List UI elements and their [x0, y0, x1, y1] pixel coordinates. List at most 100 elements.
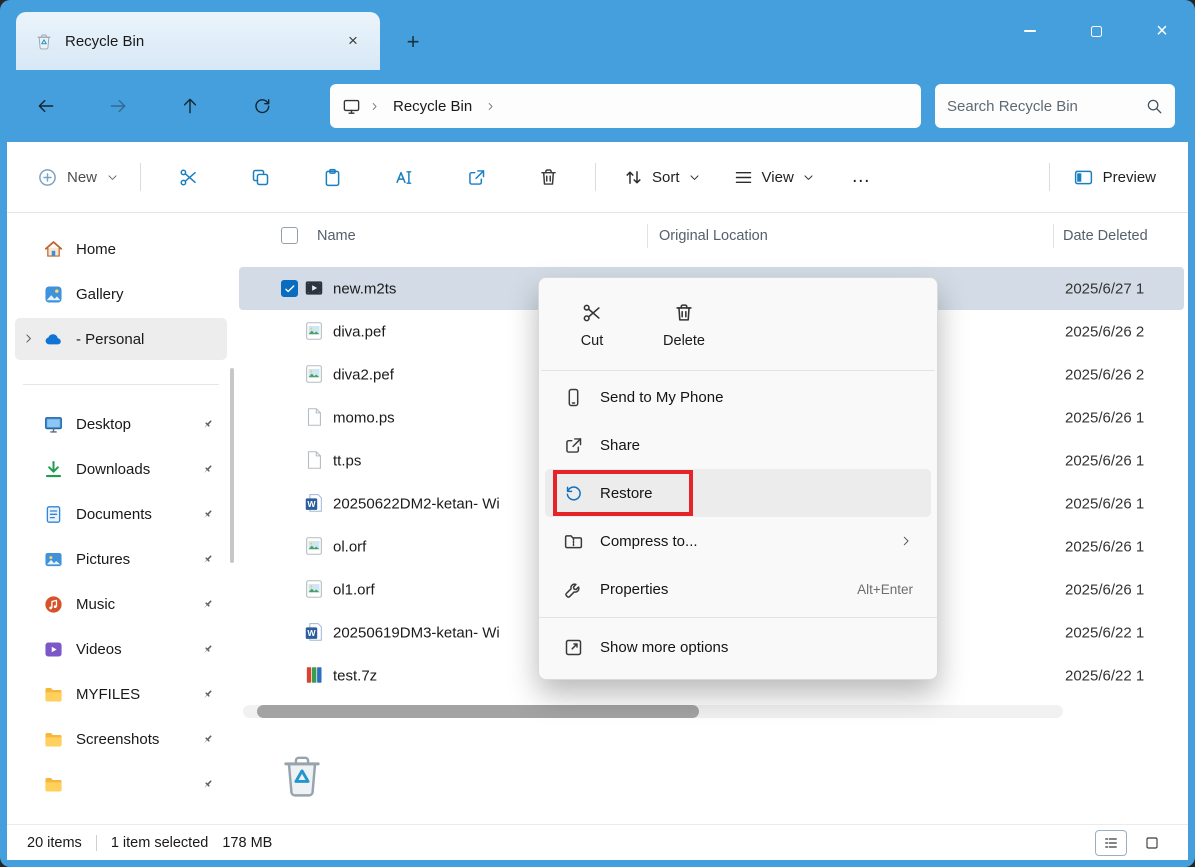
music-icon: [43, 594, 64, 615]
onedrive-icon: [43, 329, 64, 350]
context-menu-item-label: Send to My Phone: [600, 388, 724, 406]
scrollbar-thumb[interactable]: [257, 705, 699, 718]
sidebar-item[interactable]: Desktop: [15, 403, 227, 445]
minimize-button[interactable]: [997, 0, 1063, 62]
search-icon[interactable]: [1145, 97, 1163, 115]
date-deleted: 2025/6/27 1: [1065, 280, 1145, 297]
pin-icon: [200, 552, 215, 567]
date-deleted: 2025/6/26 1: [1065, 409, 1145, 426]
expand-chevron-icon[interactable]: [22, 332, 35, 345]
search-box[interactable]: [935, 84, 1175, 128]
view-button[interactable]: View: [722, 155, 826, 199]
select-all-checkbox[interactable]: [281, 227, 298, 244]
recycle-bin-item-icon[interactable]: [275, 745, 329, 803]
show-more-icon: [563, 637, 584, 658]
more-options-button[interactable]: …: [839, 155, 883, 199]
file-name: ol1.orf: [333, 581, 375, 598]
tab-recycle-bin[interactable]: Recycle Bin ×: [16, 12, 380, 70]
sort-button[interactable]: Sort: [612, 155, 712, 199]
share-button[interactable]: [453, 155, 499, 199]
date-deleted: 2025/6/26 1: [1065, 538, 1145, 555]
cut-button[interactable]: [165, 155, 211, 199]
forward-button[interactable]: [96, 84, 140, 128]
plus-circle-icon: [37, 167, 58, 188]
folder-icon: [43, 684, 64, 705]
share-icon: [563, 435, 584, 456]
context-menu-item-label: Show more options: [600, 638, 729, 656]
new-tab-button[interactable]: +: [396, 25, 430, 59]
row-checkbox[interactable]: [281, 280, 298, 297]
sidebar-item[interactable]: MYFILES: [15, 673, 227, 715]
preview-label: Preview: [1102, 168, 1156, 186]
context-quick-action[interactable]: Delete: [643, 288, 725, 362]
trash-icon: [538, 167, 559, 188]
sidebar-item-label: - Personal: [76, 330, 145, 348]
refresh-button[interactable]: [240, 84, 284, 128]
command-bar: New Sort View … Preview: [7, 142, 1188, 213]
horizontal-scrollbar[interactable]: [243, 705, 1063, 718]
large-icons-view-button[interactable]: [1136, 830, 1168, 856]
sort-button-label: Sort: [652, 168, 680, 186]
new-button[interactable]: New: [27, 155, 129, 199]
context-menu-quick-actions: Cut Delete: [539, 278, 937, 368]
sidebar-item[interactable]: Music: [15, 583, 227, 625]
pin-icon: [200, 777, 215, 792]
up-button[interactable]: [168, 84, 212, 128]
copy-button[interactable]: [237, 155, 283, 199]
file-icon: [303, 449, 325, 471]
sidebar-item[interactable]: Videos: [15, 628, 227, 670]
file-name: tt.ps: [333, 452, 362, 469]
tab-title: Recycle Bin: [65, 32, 145, 50]
maximize-icon: [1090, 25, 1102, 37]
sidebar-item[interactable]: Gallery: [15, 273, 227, 315]
selection-size: 178 MB: [222, 834, 273, 851]
file-name: diva.pef: [333, 323, 386, 340]
sidebar-item-label: Videos: [76, 640, 122, 658]
column-divider[interactable]: [647, 224, 648, 248]
tab-close-button[interactable]: ×: [338, 26, 368, 56]
column-header-date-deleted[interactable]: Date Deleted: [1063, 228, 1148, 244]
sidebar-item[interactable]: Documents: [15, 493, 227, 535]
sidebar-scrollbar[interactable]: [230, 368, 234, 563]
sidebar-item[interactable]: Pictures: [15, 538, 227, 580]
context-menu-item-label: Share: [600, 436, 641, 454]
rename-button[interactable]: [381, 155, 427, 199]
file-name: new.m2ts: [333, 280, 397, 297]
context-menu-item[interactable]: Restore: [545, 469, 931, 517]
delete-button[interactable]: [525, 155, 571, 199]
context-menu-item[interactable]: Compress to...: [545, 517, 931, 565]
details-view-button[interactable]: [1095, 829, 1127, 856]
this-pc-icon[interactable]: [342, 97, 361, 116]
toolbar-divider: [1048, 163, 1050, 191]
sidebar-item[interactable]: Screenshots: [15, 718, 227, 760]
search-input[interactable]: [947, 97, 1115, 115]
sidebar-item[interactable]: - Personal: [15, 318, 227, 360]
maximize-button[interactable]: [1063, 0, 1129, 62]
column-divider[interactable]: [1053, 224, 1054, 248]
context-menu-item[interactable]: Show more options: [539, 617, 937, 671]
pin-icon: [200, 417, 215, 432]
context-menu-item[interactable]: Share: [545, 421, 931, 469]
context-menu-item-label: Compress to...: [600, 532, 698, 550]
sidebar-item[interactable]: Home: [15, 228, 227, 270]
paste-button[interactable]: [309, 155, 355, 199]
column-header-name[interactable]: Name: [317, 228, 356, 244]
breadcrumb[interactable]: Recycle Bin: [330, 84, 921, 128]
scissors-icon: [581, 302, 603, 324]
pin-icon: [200, 642, 215, 657]
rename-icon: [394, 167, 415, 188]
sidebar-item[interactable]: Downloads: [15, 448, 227, 490]
close-button[interactable]: ×: [1129, 0, 1195, 62]
file-name: momo.ps: [333, 409, 395, 426]
context-menu-item[interactable]: Properties Alt+Enter: [545, 565, 931, 613]
context-quick-action[interactable]: Cut: [551, 288, 633, 362]
back-button[interactable]: [24, 84, 68, 128]
breadcrumb-segment[interactable]: Recycle Bin: [393, 98, 472, 115]
file-name: 20250619DM3-ketan- Wi: [333, 624, 500, 641]
sidebar-item[interactable]: [15, 763, 227, 805]
context-menu-item[interactable]: Send to My Phone: [545, 373, 931, 421]
scissors-icon: [178, 167, 199, 188]
word-icon: W: [303, 621, 325, 643]
preview-toggle-button[interactable]: Preview: [1061, 155, 1168, 199]
column-header-original-location[interactable]: Original Location: [659, 228, 768, 244]
